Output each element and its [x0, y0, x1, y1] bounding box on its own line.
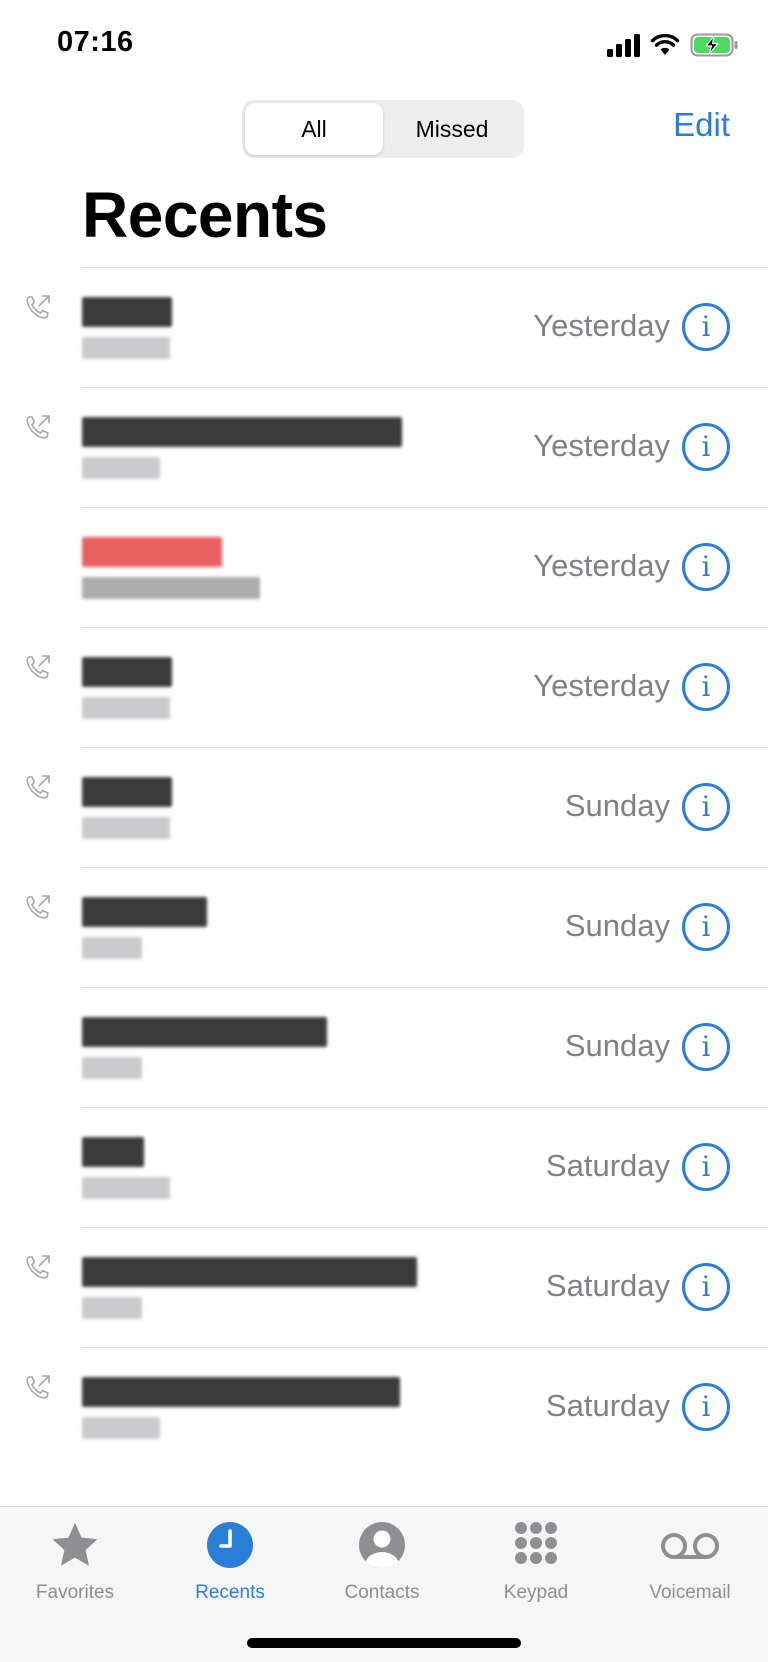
info-icon: i — [701, 310, 711, 343]
edit-button[interactable]: Edit — [673, 106, 730, 144]
tab-recents[interactable]: Recents — [155, 1507, 305, 1617]
contact-name-redacted — [82, 1257, 417, 1287]
contact-name-redacted — [82, 297, 172, 327]
contact-name-redacted — [82, 657, 172, 687]
info-button[interactable]: i — [682, 303, 730, 351]
call-row[interactable]: Sunday i — [0, 747, 768, 867]
info-icon: i — [701, 790, 711, 823]
call-row[interactable]: Saturday i — [0, 1227, 768, 1347]
status-bar: 07:16 — [0, 0, 768, 95]
contact-label-redacted — [82, 1057, 142, 1079]
outgoing-call-icon — [24, 893, 52, 921]
call-date: Saturday — [545, 1388, 670, 1423]
call-row[interactable]: Saturday i — [0, 1347, 768, 1467]
call-date: Yesterday — [533, 428, 670, 463]
filter-segmented-control[interactable]: All Missed — [242, 100, 524, 158]
outgoing-call-icon — [24, 1253, 52, 1281]
contact-name-redacted — [82, 1017, 327, 1047]
contact-name-redacted — [82, 897, 207, 927]
contact-label-redacted — [82, 337, 170, 359]
call-date: Saturday — [545, 1268, 670, 1303]
tab-keypad[interactable]: Keypad — [461, 1507, 611, 1617]
call-row[interactable]: Sunday i — [0, 987, 768, 1107]
segment-missed[interactable]: Missed — [383, 103, 521, 155]
call-row[interactable]: Yesterday i — [0, 507, 768, 627]
tab-label: Keypad — [503, 1582, 569, 1603]
contact-label-redacted — [82, 1417, 160, 1439]
call-date: Yesterday — [533, 668, 670, 703]
contact-label-redacted — [82, 1297, 142, 1319]
info-icon: i — [701, 670, 711, 703]
tab-label: Voicemail — [649, 1582, 731, 1603]
cellular-signal-icon — [607, 33, 640, 57]
tab-label: Recents — [195, 1582, 265, 1603]
call-row[interactable]: Saturday i — [0, 1107, 768, 1227]
battery-charging-icon — [690, 33, 738, 57]
recents-list[interactable]: Yesterday i Yesterday i Yesterday i Yesterday i… — [0, 267, 768, 1467]
contact-name-redacted — [82, 777, 172, 807]
voicemail-icon — [661, 1533, 719, 1559]
info-button[interactable]: i — [682, 423, 730, 471]
info-icon: i — [701, 1390, 711, 1423]
call-date: Sunday — [564, 908, 670, 943]
info-button[interactable]: i — [682, 783, 730, 831]
info-button[interactable]: i — [682, 1263, 730, 1311]
info-button[interactable]: i — [682, 1023, 730, 1071]
contact-label-redacted — [82, 457, 160, 479]
call-date: Saturday — [545, 1148, 670, 1183]
contact-name-redacted — [82, 537, 222, 567]
tab-contacts[interactable]: Contacts — [307, 1507, 457, 1617]
outgoing-call-icon — [24, 293, 52, 321]
page-title: Recents — [82, 179, 328, 251]
info-icon: i — [701, 430, 711, 463]
info-icon: i — [701, 1150, 711, 1183]
info-button[interactable]: i — [682, 1383, 730, 1431]
contact-label-redacted — [82, 697, 170, 719]
contact-label-redacted — [82, 937, 142, 959]
keypad-icon — [515, 1522, 557, 1564]
clock-icon — [207, 1522, 253, 1568]
person-circle-icon — [359, 1522, 405, 1568]
info-button[interactable]: i — [682, 543, 730, 591]
tab-label: Favorites — [35, 1582, 115, 1603]
segment-all[interactable]: All — [245, 103, 383, 155]
call-row[interactable]: Yesterday i — [0, 387, 768, 507]
tab-voicemail[interactable]: Voicemail — [615, 1507, 765, 1617]
info-button[interactable]: i — [682, 1143, 730, 1191]
call-date: Yesterday — [533, 308, 670, 343]
outgoing-call-icon — [24, 773, 52, 801]
call-row[interactable]: Sunday i — [0, 867, 768, 987]
outgoing-call-icon — [24, 1373, 52, 1401]
info-icon: i — [701, 1030, 711, 1063]
call-row[interactable]: Yesterday i — [0, 627, 768, 747]
status-time: 07:16 — [57, 26, 134, 58]
info-icon: i — [701, 550, 711, 583]
tab-label: Contacts — [344, 1582, 420, 1603]
wifi-icon — [650, 33, 680, 55]
outgoing-call-icon — [24, 653, 52, 681]
info-icon: i — [701, 1270, 711, 1303]
info-button[interactable]: i — [682, 903, 730, 951]
contact-name-redacted — [82, 1137, 144, 1167]
outgoing-call-icon — [24, 413, 52, 441]
star-icon — [52, 1523, 98, 1566]
info-button[interactable]: i — [682, 663, 730, 711]
home-indicator — [247, 1638, 521, 1648]
contact-label-redacted — [82, 817, 170, 839]
call-date: Sunday — [564, 788, 670, 823]
call-row[interactable]: Yesterday i — [0, 267, 768, 387]
contact-label-redacted — [82, 577, 260, 599]
status-icons — [607, 30, 740, 60]
call-date: Yesterday — [533, 548, 670, 583]
tab-favorites[interactable]: Favorites — [0, 1507, 150, 1617]
info-icon: i — [701, 910, 711, 943]
contact-label-redacted — [82, 1177, 170, 1199]
contact-name-redacted — [82, 1377, 400, 1407]
call-date: Sunday — [564, 1028, 670, 1063]
contact-name-redacted — [82, 417, 402, 447]
